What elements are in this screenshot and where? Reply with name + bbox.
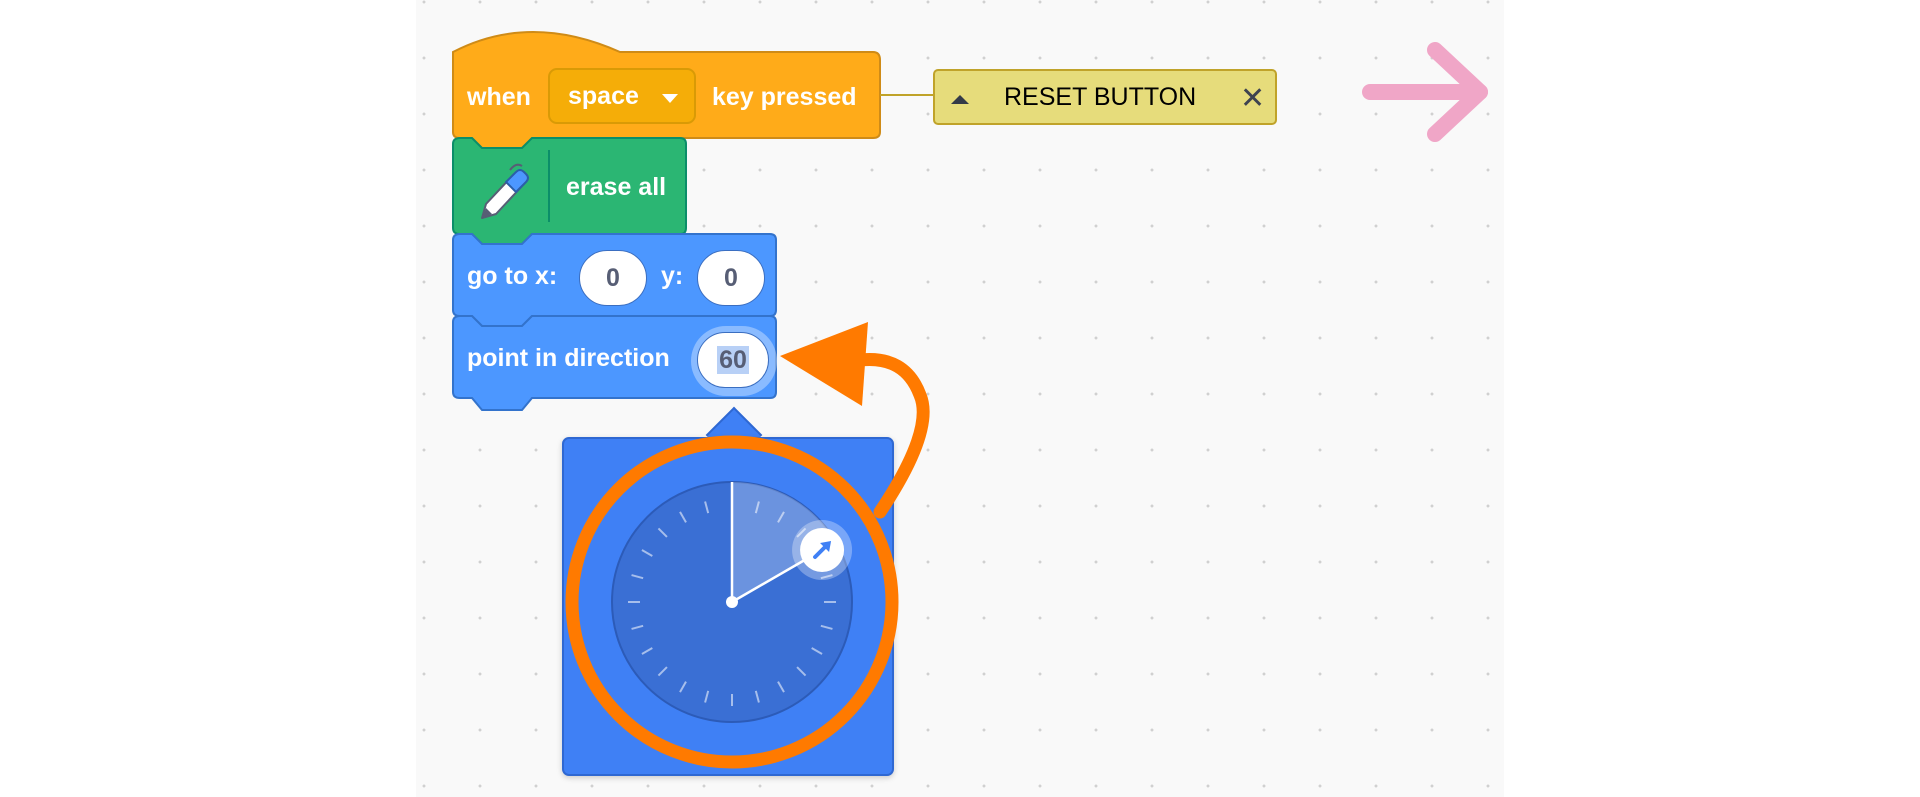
erase-all-label: erase all — [566, 173, 667, 201]
dial-center — [726, 596, 738, 608]
comment-text[interactable]: RESET BUTTON — [1004, 83, 1196, 112]
pink-arrow-icon — [1362, 42, 1488, 142]
workspace-comment[interactable]: RESET BUTTON ✕ — [933, 69, 1277, 125]
direction-input-selected-text: 60 — [717, 346, 749, 374]
key-dropdown-value: space — [568, 82, 639, 110]
pen-icon — [481, 163, 529, 219]
y-input[interactable]: 0 — [697, 250, 765, 306]
go-to-x-label: go to x: — [467, 262, 558, 290]
close-icon[interactable]: ✕ — [1240, 81, 1265, 116]
dial-handle[interactable] — [792, 520, 853, 580]
direction-dial[interactable] — [562, 437, 894, 776]
x-input[interactable]: 0 — [579, 250, 647, 306]
key-pressed-label: key pressed — [712, 83, 857, 111]
key-dropdown[interactable]: space — [548, 68, 696, 124]
dropdown-caret-icon — [662, 94, 678, 103]
point-in-direction-label: point in direction — [467, 344, 670, 372]
collapse-triangle-icon[interactable] — [951, 95, 969, 104]
direction-input[interactable]: 60 — [697, 332, 769, 388]
go-to-y-label: y: — [661, 262, 684, 290]
when-label: when — [467, 83, 531, 111]
